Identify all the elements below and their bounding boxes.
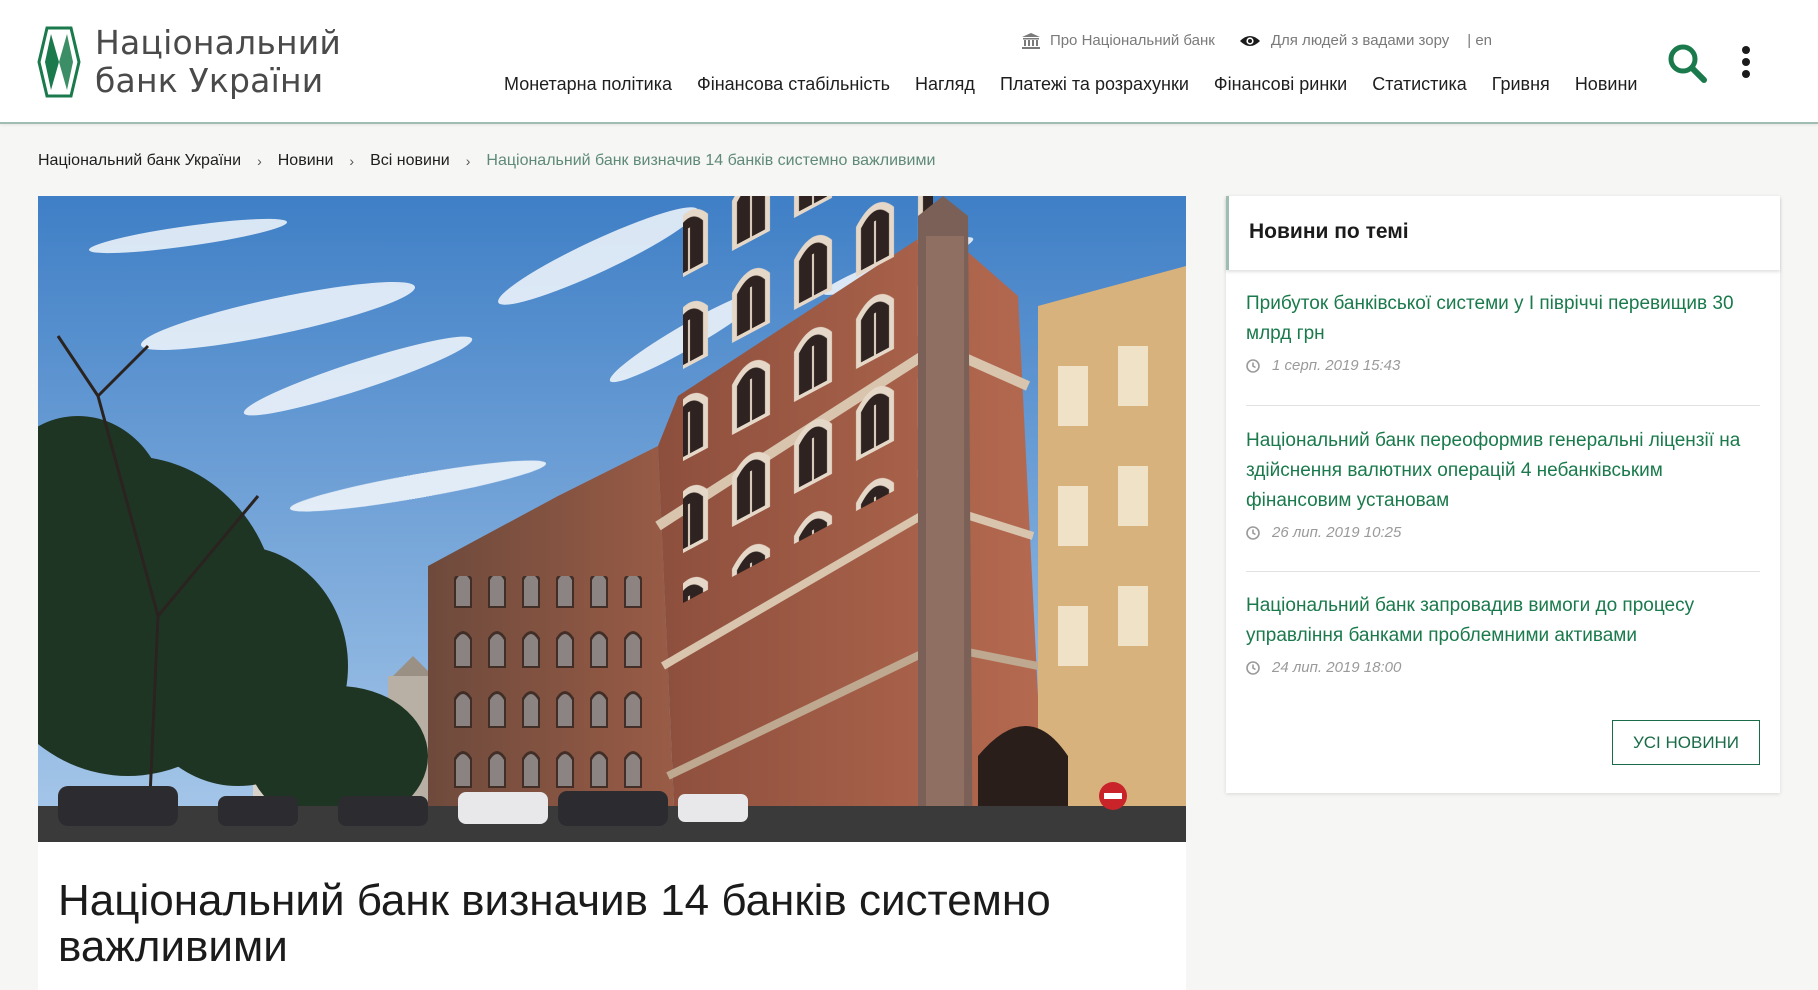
building-icon — [1021, 32, 1040, 49]
article-title: Національний банк визначив 14 банків сис… — [58, 876, 1051, 971]
breadcrumb-item-all-news[interactable]: Всі новини — [370, 152, 450, 170]
related-news-date: 26 лип. 2019 10:25 — [1272, 524, 1402, 541]
clock-icon — [1246, 358, 1260, 373]
article-hero-image — [38, 196, 1186, 842]
related-news-date: 24 лип. 2019 18:00 — [1272, 659, 1402, 676]
breadcrumb-separator: › — [465, 153, 471, 169]
about-link[interactable]: Про Національний банк — [1021, 32, 1215, 49]
breadcrumb-separator: › — [257, 153, 262, 169]
language-switch[interactable]: | en — [1467, 32, 1492, 49]
logo[interactable]: Національний банк України — [37, 24, 341, 100]
about-link-label: Про Національний банк — [1049, 32, 1215, 49]
more-vertical-icon — [1742, 46, 1750, 78]
breadcrumb: Національний банк України › Новини › Всі… — [38, 152, 935, 170]
related-news-title[interactable]: Національний банк переоформив генеральні… — [1246, 426, 1760, 516]
related-news-item: Прибуток банківської системи у І піврічч… — [1246, 289, 1760, 374]
search-button[interactable] — [1666, 42, 1708, 84]
logo-line-2: банк України — [95, 61, 324, 100]
divider — [1246, 571, 1760, 572]
nav-item-financial-markets[interactable]: Фінансові ринки — [1214, 74, 1347, 95]
nav-item-supervision[interactable]: Нагляд — [915, 74, 975, 95]
related-news-title[interactable]: Прибуток банківської системи у І піврічч… — [1246, 289, 1760, 349]
accessibility-link-label: Для людей з вадами зору — [1270, 32, 1450, 49]
eye-icon — [1239, 34, 1261, 48]
clock-icon — [1246, 660, 1260, 675]
site-header: Національний банк України Про Національн… — [0, 0, 1818, 124]
more-menu-button[interactable] — [1736, 44, 1756, 84]
related-news-heading: Новини по темі — [1226, 196, 1780, 270]
breadcrumb-item-news[interactable]: Новини — [278, 152, 334, 170]
related-news-item: Національний банк переоформив генеральні… — [1246, 426, 1760, 541]
related-news-item: Національний банк запровадив вимоги до п… — [1246, 591, 1760, 676]
main-nav: Монетарна політика Фінансова стабільніст… — [504, 74, 1637, 95]
top-links: Про Національний банк Для людей з вадами… — [1021, 32, 1492, 49]
clock-icon — [1246, 525, 1260, 540]
breadcrumb-item-home[interactable]: Національний банк України — [38, 152, 241, 170]
related-news-title[interactable]: Національний банк запровадив вимоги до п… — [1246, 591, 1760, 651]
breadcrumb-separator: › — [349, 153, 355, 169]
all-news-button[interactable]: УСІ НОВИНИ — [1612, 720, 1760, 765]
search-icon — [1668, 44, 1707, 83]
related-news-sidebar: Новини по темі Прибуток банківської сист… — [1226, 196, 1780, 793]
nav-item-payments[interactable]: Платежі та розрахунки — [1000, 74, 1189, 95]
nav-item-monetary-policy[interactable]: Монетарна політика — [504, 74, 672, 95]
nav-item-financial-stability[interactable]: Фінансова стабільність — [697, 74, 890, 95]
related-news-date: 1 серп. 2019 15:43 — [1272, 357, 1401, 374]
logo-mark-icon — [37, 26, 81, 98]
nav-item-hryvnia[interactable]: Гривня — [1492, 74, 1550, 95]
nav-item-statistics[interactable]: Статистика — [1372, 74, 1467, 95]
breadcrumb-current: Національний банк визначив 14 банків сис… — [486, 152, 936, 169]
accessibility-link[interactable]: Для людей з вадами зору — [1239, 32, 1449, 49]
logo-line-1: Національний — [95, 23, 342, 62]
divider — [1246, 405, 1760, 406]
nav-item-news[interactable]: Новини — [1575, 74, 1638, 95]
article-card: Національний банк визначив 14 банків сис… — [38, 842, 1186, 990]
